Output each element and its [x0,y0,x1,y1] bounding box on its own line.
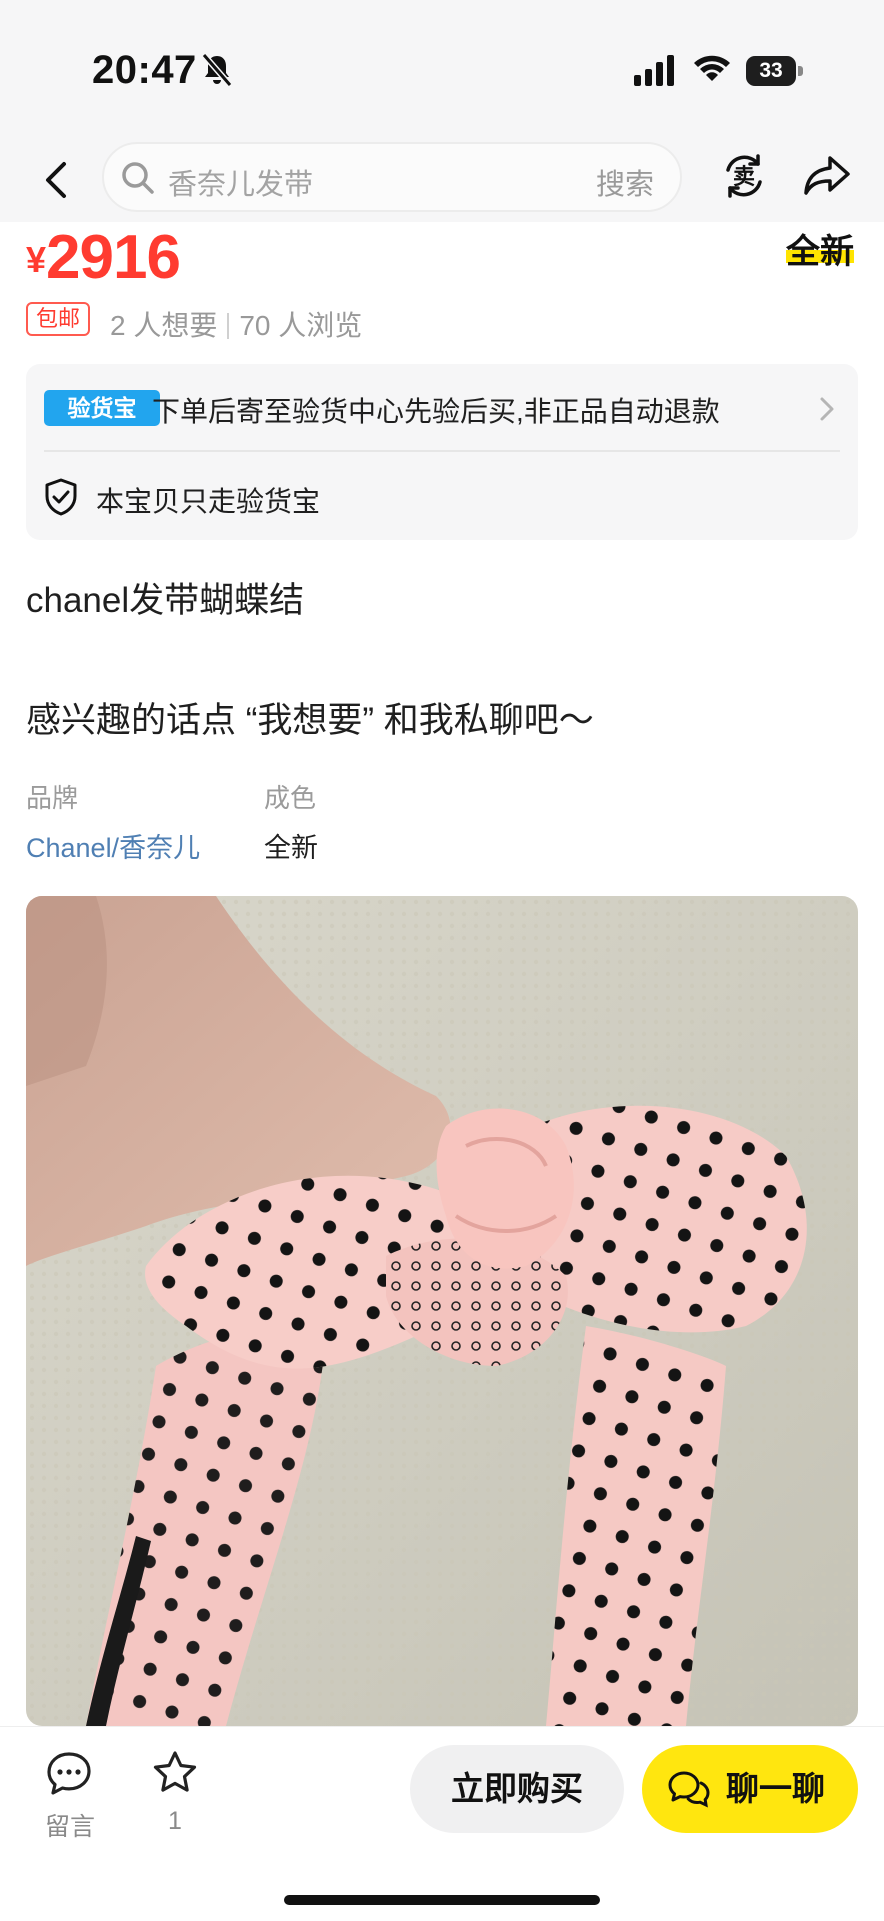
cellular-signal-icon [634,55,674,86]
chat-label: 聊一聊 [726,1770,825,1807]
currency-symbol: ¥ [26,239,47,280]
attribute-value-brand[interactable]: Chanel/香奈儿 [26,826,200,865]
wifi-icon [694,55,730,81]
sell-similar-icon[interactable]: 卖 [718,150,770,202]
verification-logo: 验货宝 [44,390,160,426]
home-indicator[interactable] [284,1895,600,1905]
top-nav-bar: 香奈儿发带 搜索 卖 [0,140,884,222]
stats-divider [227,313,230,339]
divider [44,450,840,452]
chat-bubbles-icon [668,1771,710,1808]
bottom-action-bar: 留言 1 立即购买 聊一聊 [0,1726,884,1921]
verification-message: 下单后寄至验货中心先验后买,非正品自动退款 [152,396,720,427]
buy-now-button[interactable]: 立即购买 [410,1745,624,1833]
search-button[interactable]: 搜索 [596,161,654,203]
verification-note: 本宝贝只走验货宝 [96,486,321,517]
attribute-value-condition: 全新 [264,833,318,863]
comment-button[interactable]: 留言 [40,1751,100,1847]
listing-title: chanel发带蝴蝶结 [26,581,305,620]
status-bar: 20:47 33 [0,0,884,140]
sell-icon-glyph: 卖 [733,164,755,190]
attribute-label-condition: 成色 [264,783,317,813]
favorite-button[interactable]: 1 [148,1749,204,1847]
condition-text: 全新 [786,233,854,271]
status-time: 20:47 [92,48,197,92]
battery-tip [798,66,803,76]
comment-bubble-icon [47,1752,91,1795]
search-placeholder: 香奈儿发带 [168,169,314,201]
shield-check-icon [45,478,77,516]
listing-description: 感兴趣的话点 “我想要” 和我私聊吧～ [26,701,594,740]
back-arrow-icon[interactable] [36,154,76,206]
share-icon[interactable] [802,152,852,200]
search-icon [122,162,154,194]
price-value: 2916 [46,223,181,292]
chevron-right-icon [820,397,834,421]
price: ¥2916 [26,222,181,293]
star-icon [153,1751,197,1792]
chat-button[interactable]: 聊一聊 [642,1745,858,1833]
verification-card[interactable]: 验货宝 下单后寄至验货中心先验后买,非正品自动退款 本宝贝只走验货宝 [26,364,858,540]
battery-level: 33 [746,56,796,86]
views-count: 70 人浏览 [239,310,363,341]
listing-stats: 2 人想要 70 人浏览 [110,304,362,344]
favorite-count: 1 [168,1807,182,1835]
wants-count: 2 人想要 [110,310,218,341]
free-shipping-badge: 包邮 [26,302,90,336]
battery-indicator: 33 [746,56,804,86]
condition-tag: 全新 [786,224,856,272]
bell-slash-icon [201,53,233,87]
product-photo[interactable] [26,896,858,1726]
comment-label: 留言 [44,1813,95,1841]
attribute-label-brand: 品牌 [26,783,79,813]
search-input[interactable]: 香奈儿发带 搜索 [102,142,682,212]
